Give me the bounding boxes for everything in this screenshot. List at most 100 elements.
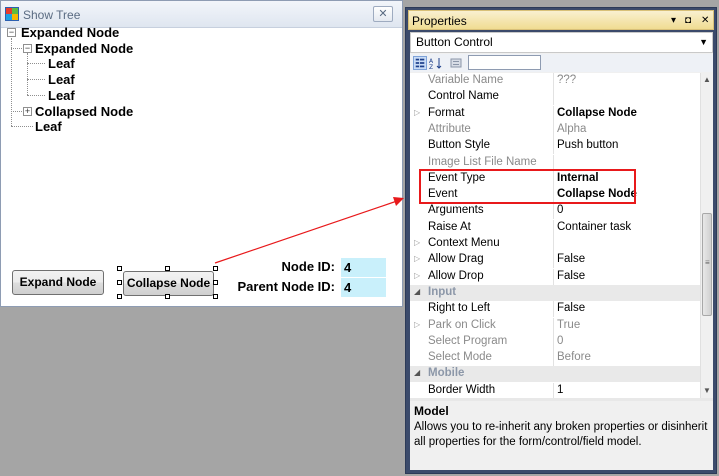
property-name: Allow Drag bbox=[428, 253, 484, 266]
close-icon[interactable]: ✕ bbox=[701, 15, 709, 26]
property-value[interactable]: False bbox=[557, 302, 585, 314]
property-row[interactable]: Attribute Alpha bbox=[410, 121, 700, 138]
property-row[interactable]: Control Name bbox=[410, 89, 700, 106]
tree-node-leaf[interactable]: Leaf bbox=[48, 56, 75, 71]
tree-node-expanded-root[interactable]: Expanded Node bbox=[21, 25, 119, 40]
dropdown-arrow-icon[interactable]: ▼ bbox=[699, 33, 708, 52]
column-divider[interactable] bbox=[553, 350, 554, 367]
expand-icon[interactable]: ▷ bbox=[414, 254, 422, 263]
expand-icon[interactable]: ▷ bbox=[414, 320, 422, 329]
description-panel: Model Allows you to re-inherit any broke… bbox=[410, 401, 713, 470]
property-value[interactable]: Collapse Node bbox=[557, 107, 637, 119]
expand-icon[interactable]: ▷ bbox=[414, 238, 422, 247]
property-row[interactable]: ▷ Format Collapse Node bbox=[410, 105, 700, 122]
column-divider[interactable] bbox=[553, 138, 554, 155]
property-value[interactable]: 0 bbox=[557, 204, 563, 216]
expand-node-button[interactable]: Expand Node bbox=[12, 270, 104, 295]
node-id-field[interactable]: 4 bbox=[341, 258, 386, 277]
collapse-icon[interactable]: ◢ bbox=[414, 368, 422, 377]
column-divider[interactable] bbox=[553, 333, 554, 350]
property-value[interactable]: Before bbox=[557, 351, 591, 363]
window-menu-icon[interactable]: ▾ bbox=[671, 15, 676, 26]
selection-handle[interactable] bbox=[165, 266, 170, 271]
selection-handle[interactable] bbox=[213, 280, 218, 285]
expand-icon[interactable]: ▷ bbox=[414, 271, 422, 280]
column-divider[interactable] bbox=[553, 382, 554, 398]
property-row[interactable]: Raise At Container task bbox=[410, 219, 700, 236]
property-row[interactable]: Right to Left False bbox=[410, 301, 700, 318]
column-divider[interactable] bbox=[553, 73, 554, 89]
properties-scrollbar[interactable]: ▲ ≡ ▼ bbox=[700, 73, 713, 398]
column-divider[interactable] bbox=[553, 301, 554, 318]
selection-handle[interactable] bbox=[117, 266, 122, 271]
title-bar[interactable]: Show Tree ✕ bbox=[1, 1, 402, 28]
property-row[interactable]: Select Mode Before bbox=[410, 350, 700, 367]
property-value[interactable]: Container task bbox=[557, 221, 631, 233]
property-name: Context Menu bbox=[428, 237, 500, 249]
parent-node-id-field[interactable]: 4 bbox=[341, 278, 386, 297]
property-value[interactable]: False bbox=[557, 270, 585, 282]
tree-connector bbox=[11, 38, 12, 126]
property-category[interactable]: ◢ Input bbox=[410, 284, 700, 301]
column-divider[interactable] bbox=[553, 317, 554, 334]
property-value[interactable]: 0 bbox=[557, 335, 563, 347]
categorized-icon[interactable] bbox=[413, 56, 427, 70]
selection-handle[interactable] bbox=[213, 266, 218, 271]
selection-handle[interactable] bbox=[165, 294, 170, 299]
property-row[interactable]: ▷ Context Menu bbox=[410, 236, 700, 252]
app-icon bbox=[5, 7, 19, 21]
property-row[interactable]: ▷ Allow Drop False bbox=[410, 268, 700, 285]
property-name: Park on Click bbox=[428, 318, 496, 331]
collapse-toggle-icon[interactable]: − bbox=[7, 28, 16, 37]
collapse-icon[interactable]: ◢ bbox=[414, 287, 422, 296]
property-pages-icon[interactable] bbox=[449, 56, 463, 70]
property-value[interactable]: False bbox=[557, 253, 585, 265]
property-value[interactable]: True bbox=[557, 319, 580, 331]
column-divider[interactable] bbox=[553, 236, 554, 252]
column-divider[interactable] bbox=[553, 105, 554, 122]
pin-icon[interactable]: ◘ bbox=[685, 15, 691, 26]
property-name: Button Style bbox=[428, 139, 491, 152]
close-button[interactable]: ✕ bbox=[373, 6, 393, 22]
scroll-down-icon[interactable]: ▼ bbox=[703, 386, 711, 395]
expand-icon[interactable]: ▷ bbox=[414, 108, 422, 117]
properties-title: Properties bbox=[412, 14, 467, 28]
column-divider[interactable] bbox=[553, 219, 554, 236]
selection-handle[interactable] bbox=[213, 294, 218, 299]
object-selector[interactable]: Button Control ▼ bbox=[410, 32, 713, 53]
property-row[interactable]: Border Width 1 bbox=[410, 382, 700, 398]
property-row[interactable]: Variable Name??? bbox=[410, 73, 700, 89]
expand-toggle-icon[interactable]: + bbox=[23, 107, 32, 116]
property-row[interactable]: Select Program 0 bbox=[410, 333, 700, 350]
property-row[interactable]: Button Style Push button bbox=[410, 138, 700, 155]
property-category[interactable]: ◢ Mobile bbox=[410, 366, 700, 383]
properties-title-bar[interactable]: Properties ▾ ◘ ✕ bbox=[408, 10, 714, 30]
scroll-up-icon[interactable]: ▲ bbox=[703, 75, 711, 84]
column-divider[interactable] bbox=[553, 252, 554, 269]
property-row[interactable]: ▷ Park on Click True bbox=[410, 317, 700, 334]
tree-node-expanded-child[interactable]: Expanded Node bbox=[35, 41, 133, 56]
property-row[interactable]: ▷ Allow Drag False bbox=[410, 252, 700, 269]
property-value[interactable]: ??? bbox=[557, 74, 576, 86]
collapse-toggle-icon[interactable]: − bbox=[23, 44, 32, 53]
property-value[interactable]: Push button bbox=[557, 139, 618, 151]
scroll-thumb[interactable]: ≡ bbox=[702, 213, 712, 316]
collapse-node-button[interactable]: Collapse Node bbox=[123, 271, 214, 296]
column-divider[interactable] bbox=[553, 268, 554, 285]
tree-node-leaf[interactable]: Leaf bbox=[35, 119, 62, 134]
property-grid[interactable]: Variable Name??? Control Name ▷ Format Colla… bbox=[410, 73, 700, 398]
selection-handle[interactable] bbox=[117, 294, 122, 299]
search-input[interactable] bbox=[468, 55, 541, 70]
property-value[interactable]: 1 bbox=[557, 384, 563, 396]
alphabetical-icon[interactable]: A Z bbox=[429, 56, 443, 70]
column-divider[interactable] bbox=[553, 203, 554, 220]
selection-handle[interactable] bbox=[117, 280, 122, 285]
property-name: Image List File Name bbox=[428, 155, 537, 168]
tree-node-collapsed[interactable]: Collapsed Node bbox=[35, 104, 133, 119]
property-row[interactable]: Arguments 0 bbox=[410, 203, 700, 220]
column-divider[interactable] bbox=[553, 89, 554, 106]
tree-node-leaf[interactable]: Leaf bbox=[48, 72, 75, 87]
property-value[interactable]: Alpha bbox=[557, 123, 586, 135]
tree-node-leaf[interactable]: Leaf bbox=[48, 88, 75, 103]
column-divider[interactable] bbox=[553, 121, 554, 138]
